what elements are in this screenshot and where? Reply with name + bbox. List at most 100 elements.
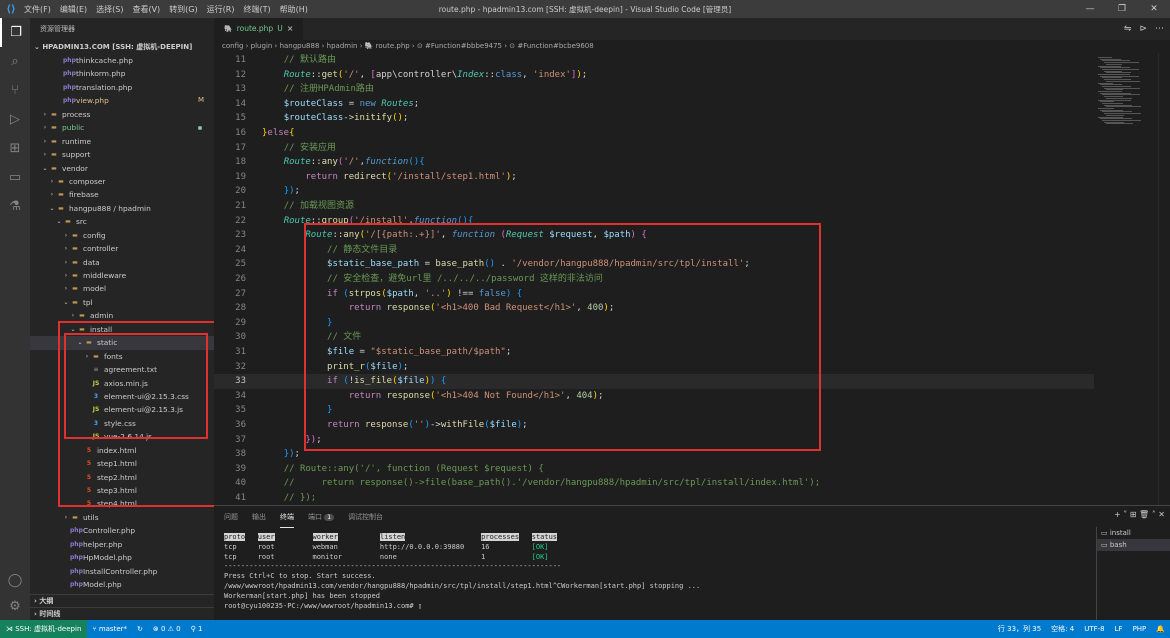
run-debug-icon[interactable]: ▷ [0,105,30,134]
code-line[interactable]: 19 return redirect('/install/step1.html'… [214,170,1094,185]
encoding[interactable]: UTF-8 [1079,620,1109,638]
code-line[interactable]: 28 return response('<h1>400 Bad Request<… [214,301,1094,316]
git-branch[interactable]: ⑂ master* [87,620,132,638]
terminal-item-bash[interactable]: ▭ bash [1097,539,1170,551]
menu-item[interactable]: 文件(F) [24,4,51,15]
editor-scrollbar[interactable] [1158,53,1170,505]
tree-file[interactable]: 3 element-ui@2.15.3.css [30,390,214,403]
tree-file[interactable]: JS axios.min.js [30,377,214,390]
account-icon[interactable]: ◯ [0,566,30,595]
tree-folder[interactable]: › ▬ data [30,256,214,269]
workspace-root[interactable]: ⌄ HPADMIN13.COM [SSH: 虚拟机-DEEPIN] [30,40,214,54]
code-line[interactable]: 32 print_r($file); [214,360,1094,375]
tab-output[interactable]: 输出 [252,506,266,528]
minimize-button[interactable]: — [1074,0,1106,18]
outline-section[interactable]: › 大纲 [30,594,214,607]
more-actions-icon[interactable]: ⋯ [1155,18,1164,40]
code-line[interactable]: 35 } [214,403,1094,418]
menu-item[interactable]: 选择(S) [96,4,123,15]
code-line[interactable]: 24 // 静态文件目录 [214,243,1094,258]
code-line[interactable]: 30 // 文件 [214,330,1094,345]
code-line[interactable]: 25 $static_base_path = base_path() . '/v… [214,257,1094,272]
language-mode[interactable]: PHP [1128,620,1152,638]
code-line[interactable]: 37 }); [214,433,1094,448]
tree-folder[interactable]: › ▬ config [30,229,214,242]
tree-file[interactable]: php HpModel.php [30,551,214,564]
tree-file[interactable]: 5 step2.html [30,471,214,484]
cursor-position[interactable]: 行 33，列 35 [993,620,1046,638]
code-line[interactable]: 15 $routeClass->initify(); [214,111,1094,126]
code-line[interactable]: 31 $file = "$static_base_path/$path"; [214,345,1094,360]
tree-folder[interactable]: › ▬ fonts [30,350,214,363]
panel-actions[interactable]: + ˅ ⊞ 🗑 ˄ ✕ [1114,510,1165,519]
code-line[interactable]: 27 if (strpos($path, '..') !== false) { [214,287,1094,302]
sync-icon[interactable]: ↻ [132,620,148,638]
tree-file[interactable]: JS element-ui@2.15.3.js [30,403,214,416]
tree-file[interactable]: php view.php M [30,94,214,107]
extensions-icon[interactable]: ⊞ [0,134,30,163]
testing-icon[interactable]: ⚗ [0,192,30,221]
code-line[interactable]: 20 }); [214,184,1094,199]
split-editor-icon[interactable]: ⊳ [1139,18,1147,40]
code-line[interactable]: 39 // Route::any('/', function (Request … [214,462,1094,477]
source-control-icon[interactable]: ⑂ [0,76,30,105]
tree-folder[interactable]: › ▬ public [30,121,214,134]
code-line[interactable]: 34 return response('<h1>404 Not Found</h… [214,389,1094,404]
code-line[interactable]: 23 Route::any('/[{path:.+}]', function (… [214,228,1094,243]
menu-item[interactable]: 转到(G) [169,4,197,15]
tab-close-icon[interactable]: × [287,18,294,40]
code-line[interactable]: 18 Route::any('/',function(){ [214,155,1094,170]
ports-indicator[interactable]: ⚲ 1 [186,620,208,638]
tab-route-php[interactable]: 🐘 route.php U × [214,18,304,40]
tree-file[interactable]: ≡ agreement.txt [30,363,214,376]
code-line[interactable]: 29 } [214,316,1094,331]
compare-icon[interactable]: ⇋ [1124,18,1132,40]
explorer-icon[interactable]: ❐ [0,18,30,47]
tree-file[interactable]: 5 step4.html [30,497,214,510]
tree-file[interactable]: php InstallController.php [30,565,214,578]
remote-explorer-icon[interactable]: ▭ [0,163,30,192]
tree-folder[interactable]: ⌄ ▬ vendor [30,162,214,175]
minimap[interactable] [1094,53,1158,505]
menu-item[interactable]: 运行(R) [207,4,235,15]
tree-file[interactable]: 5 step3.html [30,484,214,497]
tree-folder[interactable]: › ▬ controller [30,242,214,255]
tree-folder[interactable]: › ▬ composer [30,175,214,188]
tree-file[interactable]: 5 index.html [30,444,214,457]
tree-file[interactable]: JS vue-2.6.14.js [30,430,214,443]
tree-file[interactable]: php translation.php [30,81,214,94]
code-line[interactable]: 36 return response('')->withFile($file); [214,418,1094,433]
tree-folder[interactable]: ⌄ ▬ install [30,323,214,336]
menu-item[interactable]: 终端(T) [243,4,270,15]
code-line[interactable]: 14 $routeClass = new Routes; [214,97,1094,112]
notifications-icon[interactable]: 🔔 [1151,620,1170,638]
code-line[interactable]: 13 // 注册HPAdmin路由 [214,82,1094,97]
tree-file[interactable]: 5 step1.html [30,457,214,470]
problems-indicator[interactable]: ⊗ 0 ⚠ 0 [148,620,186,638]
tree-folder[interactable]: ⌄ ▬ tpl [30,296,214,309]
code-editor[interactable]: 11 // 默认路由 12 Route::get('/', [app\contro… [214,53,1094,505]
code-line[interactable]: 26 // 安全检查，避免url里 /../../../password 这样的… [214,272,1094,287]
menu-item[interactable]: 编辑(E) [60,4,87,15]
tree-folder[interactable]: › ▬ middleware [30,269,214,282]
terminal-item-install[interactable]: ▭ install [1097,527,1170,539]
tree-folder[interactable]: › ▬ process [30,108,214,121]
tree-folder[interactable]: › ▬ runtime [30,135,214,148]
close-window-button[interactable]: ✕ [1138,0,1170,18]
settings-gear-icon[interactable]: ⚙ [0,592,30,621]
breadcrumb[interactable]: config › plugin › hangpu888 › hpadmin › … [214,40,1170,53]
terminal-output[interactable]: proto user worker listen processes statu… [224,533,1084,611]
tree-file[interactable]: php Controller.php [30,524,214,537]
tree-file[interactable]: php thinkcache.php [30,54,214,67]
remote-indicator[interactable]: ⋊ SSH: 虚拟机-deepin [0,620,88,638]
tree-file[interactable]: 3 style.css [30,417,214,430]
timeline-section[interactable]: › 时间线 [30,607,214,620]
menu-item[interactable]: 帮助(H) [280,4,308,15]
search-icon[interactable]: ⌕ [0,47,30,76]
tree-file[interactable]: php thinkorm.php [30,67,214,80]
tree-folder[interactable]: › ▬ admin [30,309,214,322]
tab-problems[interactable]: 问题 [224,506,238,528]
tree-folder[interactable]: › ▬ support [30,148,214,161]
tree-folder[interactable]: › ▬ utils [30,511,214,524]
tree-folder[interactable]: ⌄ ▬ src [30,215,214,228]
